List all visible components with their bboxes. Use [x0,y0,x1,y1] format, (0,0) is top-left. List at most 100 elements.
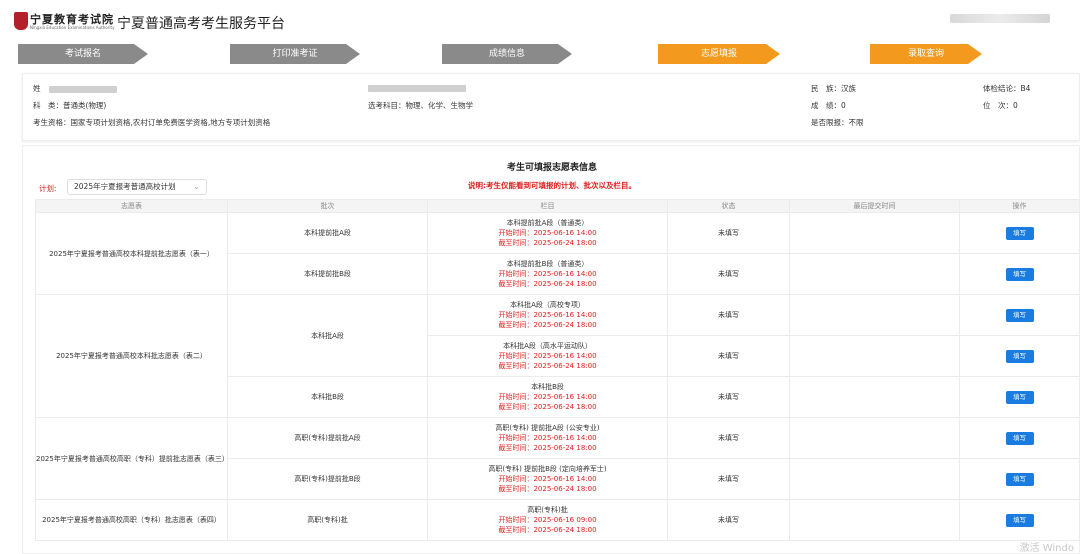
end-time: 截至时间：2025-06-24 18:00 [498,280,597,288]
start-time: 开始时间：2025-06-16 14:00 [498,311,597,319]
rank-row: 位 次：0 [983,100,1018,111]
fill-button[interactable]: 填写 [1005,226,1034,240]
header-batch: 批次 [227,199,428,213]
header-last-submit: 最后提交时间 [789,199,960,213]
ethnicity-row: 民 族：汉族 [811,83,856,94]
end-time: 截至时间：2025-06-24 18:00 [498,362,597,370]
health-label: 体检结论： [983,84,1021,93]
progress-steps: 考试报名 打印准考证 成绩信息 志愿填报 录取查询 [18,44,1078,66]
site-title: 宁夏普通高考考生服务平台 [117,16,285,32]
status-cell: 未填写 [667,499,790,541]
action-cell: 填写 [959,253,1080,295]
last-submit-cell [789,458,960,500]
status-cell: 未填写 [667,294,790,336]
volunteer-table: 志愿表 批次 栏目 状态 最后提交时间 操作 2025年宁夏报考普通高校本科提前… [35,199,1080,541]
id-redacted [368,84,466,92]
column-name: 本科提前批A段（普通类） [506,219,589,227]
column-name: 本科批B段 [531,383,564,391]
end-time: 截至时间：2025-06-24 18:00 [498,239,597,247]
batch-cell: 本科提前批B段 [227,253,428,295]
name-label: 姓 [33,84,41,93]
table-row: 2025年宁夏报考普通高校高职（专科）提前批志愿表（表三） 高职(专科)提前批A… [35,417,1080,500]
elective-value: 物理、化学、生物学 [405,101,474,110]
batch-cell: 本科批B段 [227,376,428,418]
step-exam-registration[interactable]: 考试报名 [18,44,148,64]
column-cell: 高职(专科)批 开始时间：2025-06-16 09:00 截至时间：2025-… [427,499,668,541]
qualification-row: 考生资格：国家专项计划资格,农村订单免费医学资格,地方专项计划资格 [33,117,270,128]
form-cell: 2025年宁夏报考普通高校高职（专科）批志愿表（表四） [35,499,228,541]
start-time: 开始时间：2025-06-16 14:00 [498,270,597,278]
rank-label: 位 次： [983,101,1013,110]
action-cell: 填写 [959,294,1080,336]
start-time: 开始时间：2025-06-16 09:00 [498,516,597,524]
action-cell: 填写 [959,458,1080,500]
health-row: 体检结论：B4 [983,83,1030,94]
column-cell: 本科批B段 开始时间：2025-06-16 14:00 截至时间：2025-06… [427,376,668,418]
batch-cell: 本科批A段 [227,294,428,377]
score-label: 成 绩： [811,101,841,110]
form-cell: 2025年宁夏报考普通高校本科提前批志愿表（表一） [35,212,228,295]
os-activation-watermark: 激活 Windo [1019,543,1074,554]
header-column: 栏目 [427,199,668,213]
plan-select-value: 2025年宁夏报考普通高校计划 [74,182,176,191]
step-print-admission[interactable]: 打印准考证 [230,44,360,64]
subject-row: 科 类：普通类(物理) [33,100,106,111]
last-submit-cell [789,294,960,336]
column-cell: 本科提前批A段（普通类） 开始时间：2025-06-16 14:00 截至时间：… [427,212,668,254]
subject-label: 科 类： [33,101,63,110]
batch-cell: 高职(专科)批 [227,499,428,541]
elective-row: 选考科目：物理、化学、生物学 [368,100,473,111]
column-cell: 本科批A段（高水平运动队） 开始时间：2025-06-16 14:00 截至时间… [427,335,668,377]
start-time: 开始时间：2025-06-16 14:00 [498,352,597,360]
form-cell: 2025年宁夏报考普通高校高职（专科）提前批志愿表（表三） [35,417,229,500]
authority-name-en: Ningxia Education Examinations Authority [30,25,115,30]
column-name: 高职(专科)批 [527,506,568,514]
fill-button[interactable]: 填写 [1005,349,1034,363]
column-name: 本科批A段（高校专项） [510,301,585,309]
action-cell: 填写 [959,376,1080,418]
qualification-label: 考生资格： [33,118,71,127]
score-value: 0 [841,101,846,110]
ethnicity-value: 汉族 [841,84,856,93]
end-time: 截至时间：2025-06-24 18:00 [498,444,597,452]
column-name: 高职(专科) 提前批B段 (定向培养军士) [488,465,607,473]
column-name: 高职(专科) 提前批A段 (公安专业) [495,424,600,432]
column-cell: 高职(专科) 提前批A段 (公安专业) 开始时间：2025-06-16 14:0… [427,417,668,459]
chevron-down-icon: ⌄ [193,182,200,191]
status-cell: 未填写 [667,458,790,500]
last-submit-cell [789,335,960,377]
limit-value: 不限 [848,118,864,127]
step-volunteer-fill[interactable]: 志愿填报 [658,44,780,64]
status-cell: 未填写 [667,253,790,295]
step-score-info[interactable]: 成绩信息 [442,44,572,64]
score-row: 成 绩：0 [811,100,846,111]
end-time: 截至时间：2025-06-24 18:00 [498,321,597,329]
column-cell: 本科批A段（高校专项） 开始时间：2025-06-16 14:00 截至时间：2… [427,294,668,336]
fill-button[interactable]: 填写 [1005,431,1034,445]
user-account-redacted[interactable] [950,14,1050,23]
last-submit-cell [789,376,960,418]
action-cell: 填写 [959,335,1080,377]
fill-button[interactable]: 填写 [1005,308,1034,322]
table-row: 2025年宁夏报考普通高校本科批志愿表（表二） 本科批A段 本科批A段（高校专项… [35,294,1080,418]
top-header: 宁夏教育考试院 Ningxia Education Examinations A… [0,0,1080,40]
step-admission-query[interactable]: 录取查询 [870,44,982,64]
start-time: 开始时间：2025-06-16 14:00 [498,475,597,483]
batch-cell: 本科提前批A段 [227,212,428,254]
last-submit-cell [789,417,960,459]
ethnicity-label: 民 族： [811,84,841,93]
plan-select[interactable]: 2025年宁夏报考普通高校计划 ⌄ [67,179,207,195]
last-submit-cell [789,499,960,541]
fill-button[interactable]: 填写 [1005,472,1034,486]
status-cell: 未填写 [667,417,790,459]
subject-value: 普通类(物理) [63,101,107,110]
fill-button[interactable]: 填写 [1005,513,1034,527]
header-form: 志愿表 [35,199,228,213]
header-action: 操作 [959,199,1080,213]
start-time: 开始时间：2025-06-16 14:00 [498,434,597,442]
fill-button[interactable]: 填写 [1005,390,1034,404]
action-cell: 填写 [959,499,1080,541]
fill-button[interactable]: 填写 [1005,267,1034,281]
column-name: 本科批A段（高水平运动队） [503,342,592,350]
batch-cell: 高职(专科)提前批B段 [227,458,428,500]
